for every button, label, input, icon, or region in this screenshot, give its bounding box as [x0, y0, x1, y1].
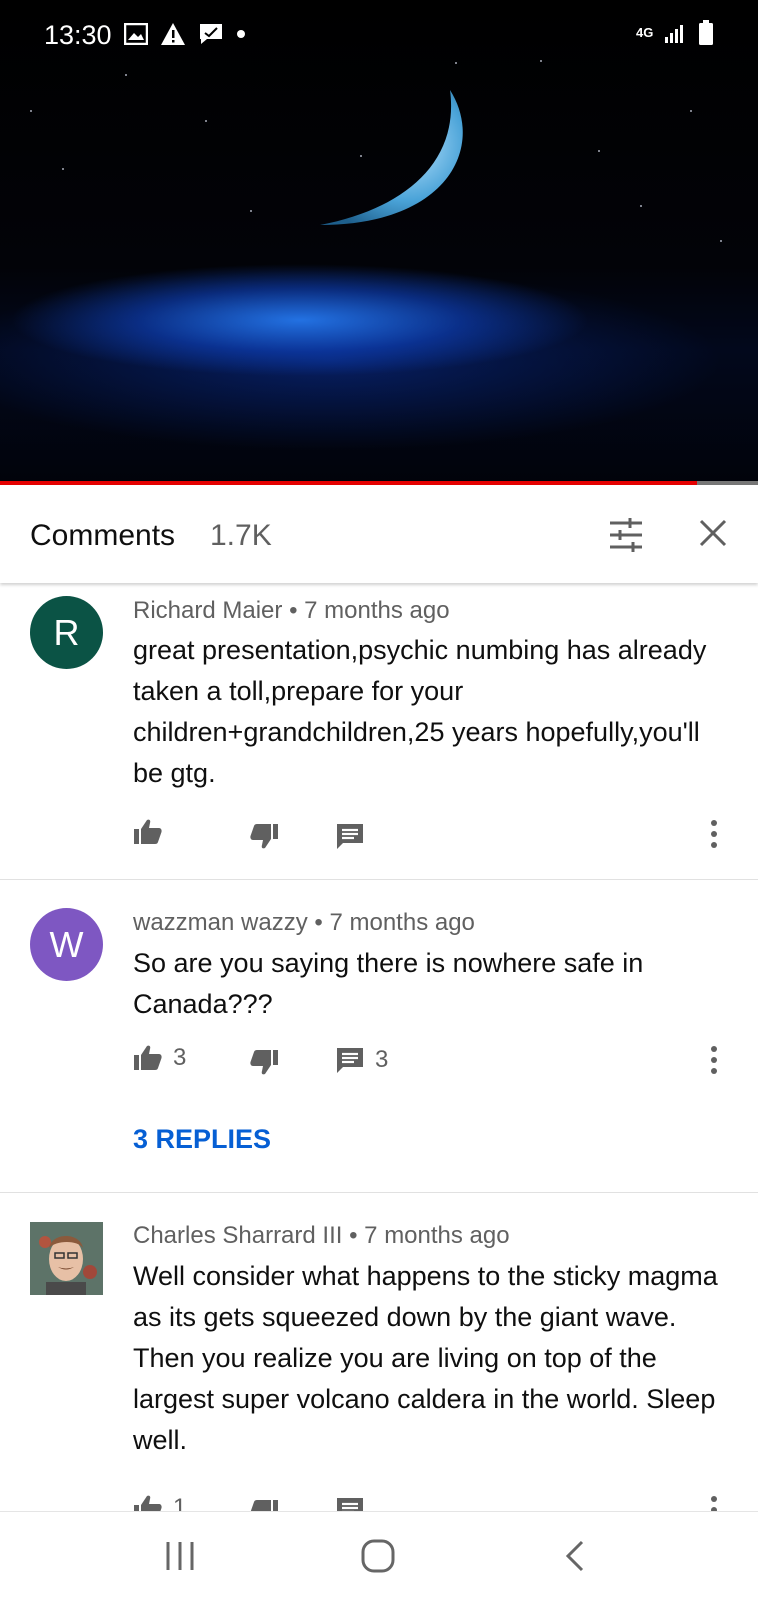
dislike-button[interactable] — [249, 821, 279, 851]
profile-photo — [30, 1222, 103, 1295]
dot-icon — [237, 30, 245, 38]
comment-item: R Richard Maier • 7 months ago great pre… — [0, 583, 758, 880]
avatar-letter: W — [49, 923, 84, 965]
comment-reply-icon — [337, 1498, 363, 1511]
reply-button[interactable] — [335, 821, 365, 851]
comments-list[interactable]: R Richard Maier • 7 months ago great pre… — [0, 583, 758, 1511]
back-icon[interactable] — [556, 1536, 596, 1576]
thumbs-down-icon — [250, 1050, 278, 1075]
thumbs-up-icon — [134, 819, 162, 844]
meta-separator: • — [314, 909, 323, 936]
status-bar: 13:30 4G — [0, 0, 758, 70]
like-button[interactable]: 1 — [133, 1493, 186, 1511]
avatar[interactable]: R — [30, 596, 103, 669]
comment-author[interactable]: Richard Maier — [133, 597, 282, 624]
like-button[interactable] — [133, 817, 163, 847]
comment-meta: Charles Sharrard III • 7 months ago — [133, 1222, 510, 1250]
image-icon — [124, 23, 148, 45]
more-options-icon[interactable] — [709, 1495, 719, 1511]
network-type: 4G — [636, 25, 654, 40]
comment-item: W wazzman wazzy • 7 months ago So are yo… — [0, 880, 758, 1193]
comment-text: Well consider what happens to the sticky… — [133, 1261, 718, 1455]
thumbs-down-icon — [250, 824, 278, 849]
dislike-button[interactable] — [249, 1497, 279, 1511]
comment-reply-icon — [337, 824, 363, 849]
thumbs-up-icon — [134, 1495, 162, 1511]
comment-meta: wazzman wazzy • 7 months ago — [133, 909, 475, 937]
reply-button[interactable]: 3 — [335, 1045, 388, 1075]
thumbs-down-icon — [250, 1500, 278, 1511]
sort-filter-icon[interactable] — [606, 515, 646, 555]
comment-text: So are you saying there is nowhere safe … — [133, 948, 644, 1019]
comments-title: Comments — [30, 519, 176, 552]
video-player[interactable]: 13:30 4G — [0, 0, 758, 485]
thumbs-up-icon — [134, 1045, 162, 1070]
status-time: 13:30 — [44, 20, 112, 50]
comment-meta: Richard Maier • 7 months ago — [133, 597, 450, 625]
home-icon[interactable] — [358, 1536, 398, 1576]
like-count: 3 — [173, 1044, 187, 1071]
reply-count: 3 — [375, 1046, 389, 1073]
reply-button[interactable] — [335, 1495, 365, 1511]
message-icon — [200, 24, 222, 44]
avatar-letter: R — [53, 611, 80, 653]
comment-actions: 1 — [133, 1493, 733, 1511]
warning-icon — [161, 23, 185, 45]
comment-author[interactable]: Charles Sharrard III — [133, 1222, 342, 1249]
comments-count: 1.7K — [210, 519, 272, 552]
moon-image — [320, 90, 463, 225]
comments-header: Comments 1.7K — [0, 485, 758, 583]
comment-actions — [133, 817, 733, 857]
avatar[interactable]: W — [30, 908, 103, 981]
comment-age: 7 months ago — [304, 597, 450, 624]
comment-author[interactable]: wazzman wazzy — [133, 909, 308, 936]
more-options-icon[interactable] — [709, 1045, 719, 1075]
system-navigation-bar — [0, 1511, 758, 1600]
comment-actions: 3 3 — [133, 1043, 733, 1083]
avatar[interactable] — [30, 1222, 103, 1295]
comment-item: Charles Sharrard III • 7 months ago Well… — [0, 1193, 758, 1511]
comment-reply-icon — [337, 1048, 363, 1073]
dislike-button[interactable] — [249, 1047, 279, 1077]
comment-text: great presentation,psychic numbing has a… — [133, 635, 707, 788]
like-button[interactable]: 3 — [133, 1043, 186, 1073]
meta-separator: • — [349, 1222, 358, 1249]
like-count: 1 — [173, 1494, 187, 1511]
battery-icon — [699, 20, 713, 45]
close-icon[interactable] — [697, 517, 729, 549]
comment-age: 7 months ago — [364, 1222, 510, 1249]
meta-separator: • — [289, 597, 298, 624]
more-options-icon[interactable] — [709, 819, 719, 849]
comment-age: 7 months ago — [329, 909, 475, 936]
signal-icon — [665, 25, 683, 43]
view-replies-link[interactable]: 3 REPLIES — [133, 1124, 271, 1155]
recent-apps-icon[interactable] — [160, 1536, 200, 1576]
